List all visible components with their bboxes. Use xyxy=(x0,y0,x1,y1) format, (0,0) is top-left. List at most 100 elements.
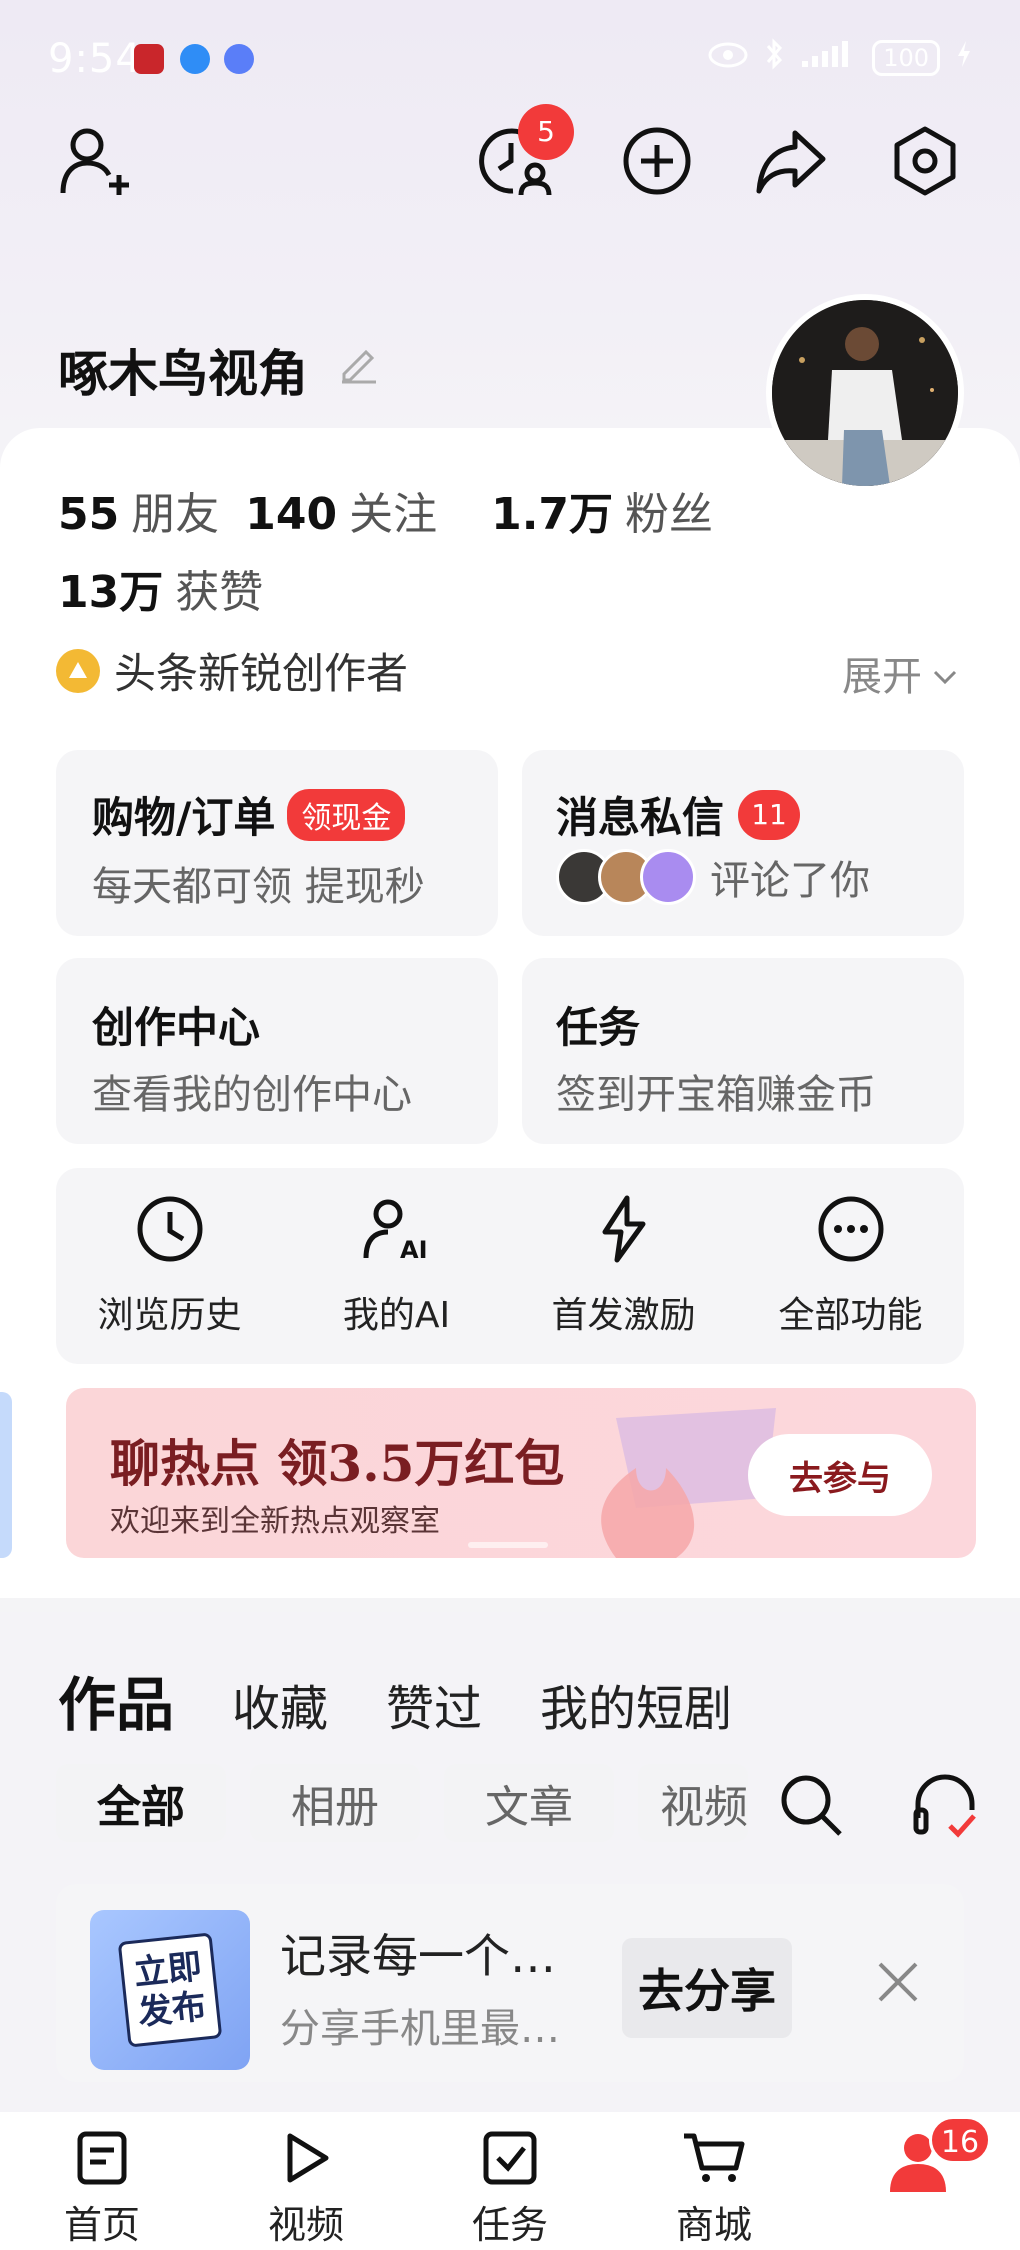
tasks-subtitle: 签到开宝箱赚金币 xyxy=(556,1072,876,1118)
expand-label: 展开 xyxy=(842,654,922,700)
creation-subtitle: 查看我的创作中心 xyxy=(92,1072,412,1118)
carousel-indicator xyxy=(468,1542,548,1548)
stat-followers[interactable]: 1.7万 粉丝 xyxy=(491,478,713,542)
share-icon xyxy=(753,125,829,201)
tab-my-short-dramas[interactable]: 我的短剧 xyxy=(540,1669,732,1739)
add-friend-button[interactable] xyxy=(50,118,140,208)
creator-badge-label: 头条新锐创作者 xyxy=(114,649,409,698)
tab-liked[interactable]: 赞过 xyxy=(386,1669,482,1739)
signal-icon xyxy=(800,39,856,77)
search-works-button[interactable] xyxy=(776,1770,846,1844)
ai-person-icon: AI xyxy=(362,1194,432,1268)
go-share-button[interactable]: 去分享 xyxy=(622,1938,792,2038)
all-functions-label: 全部功能 xyxy=(778,1295,923,1336)
eye-icon xyxy=(708,41,748,76)
listen-button[interactable] xyxy=(910,1770,980,1844)
nav-mall[interactable]: 商城 xyxy=(629,2112,799,2250)
creator-badge-row[interactable]: 头条新锐创作者 xyxy=(56,640,408,701)
messages-title: 消息私信 xyxy=(556,793,725,842)
edit-name-button[interactable] xyxy=(336,340,380,388)
bottom-nav: 首页 视频 任务 商城 16 xyxy=(0,2112,1020,2250)
cash-tag: 领现金 xyxy=(287,788,406,841)
section-divider xyxy=(0,1598,1020,1612)
creation-title: 创作中心 xyxy=(92,1003,261,1052)
history-label: 浏览历史 xyxy=(97,1295,242,1336)
expand-button[interactable]: 展开 xyxy=(842,644,958,702)
home-doc-icon xyxy=(74,2130,130,2190)
settings-button[interactable] xyxy=(880,118,970,208)
chip-articles[interactable]: 文章 xyxy=(444,1764,614,1842)
app-notification-icon xyxy=(134,44,164,74)
my-ai-button[interactable]: AI 我的AI xyxy=(287,1194,507,1338)
cart-icon xyxy=(682,2130,746,2190)
nav-me[interactable]: 16 xyxy=(833,2112,1003,2250)
chip-all[interactable]: 全部 xyxy=(56,1764,226,1842)
first-release-incentive-button[interactable]: 首发激励 xyxy=(514,1194,734,1338)
battery-indicator: 100 xyxy=(872,40,940,76)
status-right: 100 xyxy=(708,38,972,78)
content-tabs: 作品 收藏 赞过 我的短剧 xyxy=(58,1658,732,1742)
status-time: 9:54 xyxy=(48,36,142,82)
share-subtitle: 分享手机里最… xyxy=(280,2006,560,2052)
stat-likes[interactable]: 13万 获赞 xyxy=(58,556,263,620)
side-floating-tab[interactable] xyxy=(0,1392,12,1558)
messages-subtitle: 评论了你 xyxy=(710,858,870,904)
avatar xyxy=(640,849,696,905)
tab-favorites[interactable]: 收藏 xyxy=(232,1669,328,1739)
me-badge: 16 xyxy=(929,2116,991,2164)
nav-home-label: 首页 xyxy=(63,2203,140,2247)
search-icon xyxy=(776,1775,846,1844)
create-button[interactable] xyxy=(612,118,702,208)
share-title: 记录每一个… xyxy=(280,1929,556,1983)
nav-home[interactable]: 首页 xyxy=(17,2112,187,2250)
nav-tasks-label: 任务 xyxy=(471,2203,548,2247)
hot-topic-banner[interactable]: 聊热点 领3.5万红包 欢迎来到全新热点观察室 去参与 xyxy=(66,1388,976,1558)
publish-thumbnail: 立即 发布 xyxy=(90,1910,250,2070)
settings-icon xyxy=(889,125,961,201)
all-functions-button[interactable]: 全部功能 xyxy=(741,1194,961,1338)
stats-row: 55 朋友 140 关注 1.7万 粉丝 xyxy=(58,478,713,542)
share-profile-button[interactable] xyxy=(746,118,836,208)
share-prompt-card[interactable]: 立即 发布 记录每一个… 分享手机里最… 去分享 xyxy=(56,1884,964,2082)
messages-tile[interactable]: 消息私信 11 评论了你 xyxy=(522,750,964,936)
first-release-label: 首发激励 xyxy=(551,1295,696,1336)
svg-text:AI: AI xyxy=(400,1236,428,1264)
filter-chips: 全部 相册 文章 视频 xyxy=(56,1764,748,1842)
my-ai-label: 我的AI xyxy=(342,1295,451,1336)
tasks-tile[interactable]: 任务 签到开宝箱赚金币 xyxy=(522,958,964,1144)
shopping-order-tile[interactable]: 购物/订单 领现金 每天都可领 提现秒 xyxy=(56,750,498,936)
join-button[interactable]: 去参与 xyxy=(748,1434,932,1516)
more-icon xyxy=(816,1194,886,1268)
nav-video[interactable]: 视频 xyxy=(221,2112,391,2250)
function-grid: 浏览历史 AI 我的AI 首发激励 全部功能 xyxy=(56,1168,964,1364)
banner-title: 聊热点 领3.5万红包 xyxy=(110,1434,565,1493)
close-button[interactable] xyxy=(876,1960,920,2008)
clock-icon xyxy=(135,1194,205,1268)
history-button[interactable]: 浏览历史 xyxy=(60,1194,280,1338)
creator-badge-icon xyxy=(56,648,100,693)
chip-videos[interactable]: 视频 xyxy=(638,1764,748,1842)
banner-subtitle: 欢迎来到全新热点观察室 xyxy=(110,1504,440,1539)
tab-works[interactable]: 作品 xyxy=(58,1658,174,1742)
chevron-down-icon xyxy=(932,650,958,696)
thumb-text-2: 发布 xyxy=(136,1986,208,2034)
charging-icon xyxy=(956,39,972,77)
shopping-subtitle: 每天都可领 提现秒 xyxy=(92,864,425,910)
avatar[interactable] xyxy=(766,294,964,492)
headphones-icon xyxy=(910,1774,980,1844)
creation-center-tile[interactable]: 创作中心 查看我的创作中心 xyxy=(56,958,498,1144)
add-person-icon xyxy=(57,123,133,203)
checkbox-icon xyxy=(482,2130,538,2190)
shopping-title: 购物/订单 xyxy=(92,793,276,842)
status-bar: 9:54 100 xyxy=(0,0,1020,118)
play-icon xyxy=(278,2130,334,2190)
stat-friends[interactable]: 55 朋友 xyxy=(58,478,219,542)
nav-tasks[interactable]: 任务 xyxy=(425,2112,595,2250)
nav-video-label: 视频 xyxy=(267,2203,344,2247)
lightning-icon xyxy=(589,1194,659,1268)
publish-sticker: 立即 发布 xyxy=(117,1932,223,2048)
stat-following[interactable]: 140 关注 xyxy=(245,478,437,542)
bluetooth-icon xyxy=(764,38,784,78)
tasks-title: 任务 xyxy=(556,1003,641,1052)
chip-albums[interactable]: 相册 xyxy=(250,1764,420,1842)
